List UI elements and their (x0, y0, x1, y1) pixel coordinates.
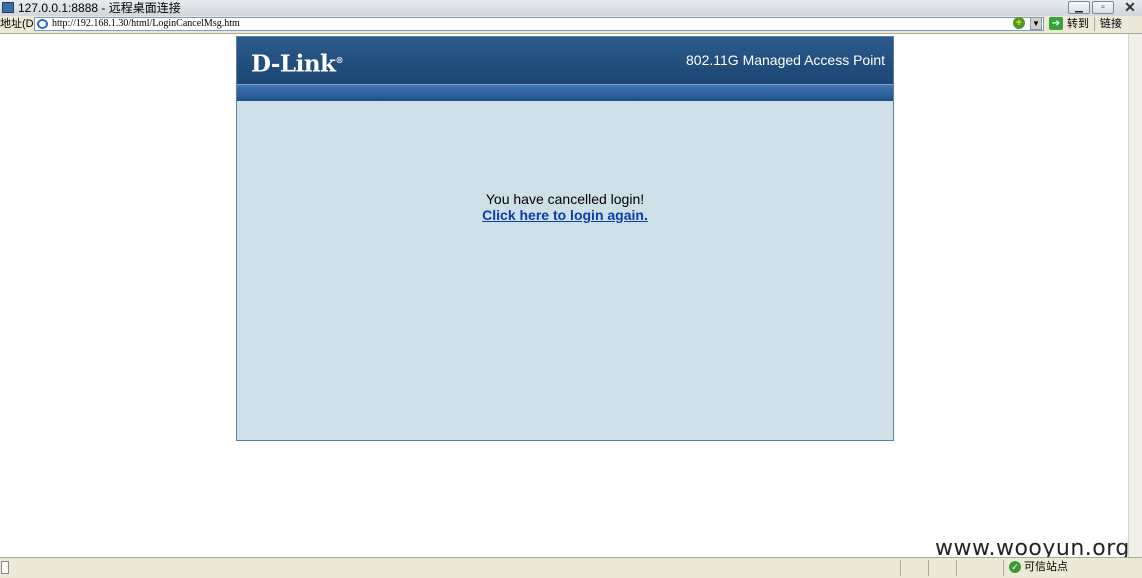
address-bar: 地址(D) http://192.168.1.30/html/LoginCanc… (0, 16, 1142, 34)
dlink-panel: D-Link® 802.11G Managed Access Point You… (236, 36, 894, 441)
restore-button[interactable]: ▫ (1092, 1, 1114, 14)
links-button[interactable]: 链接 (1100, 17, 1122, 31)
address-url[interactable]: http://192.168.1.30/html/LoginCancelMsg.… (52, 18, 240, 30)
message-area: You have cancelled login! Click here to … (237, 101, 893, 440)
minimize-button[interactable]: ▁ (1068, 1, 1090, 14)
logo-text: D-Link (251, 50, 336, 78)
page-status-icon (1, 561, 9, 574)
dlink-header: D-Link® 802.11G Managed Access Point (237, 37, 893, 84)
address-dropdown-button[interactable]: ▼ (1030, 17, 1042, 30)
security-zone-label: 可信站点 (1024, 561, 1068, 573)
trusted-site-icon: ✓ (1009, 561, 1021, 573)
status-separator (1003, 560, 1004, 576)
add-favorite-icon[interactable]: + (1013, 17, 1025, 29)
go-button[interactable]: 转到 (1067, 17, 1089, 31)
product-name: 802.11G Managed Access Point (686, 52, 885, 68)
status-separator (928, 560, 929, 576)
window-title-bar: 127.0.0.1:8888 - 远程桌面连接 ▁ ▫ ✕ (0, 0, 1142, 17)
login-again-link[interactable]: Click here to login again. (482, 207, 648, 223)
status-separator (900, 560, 901, 576)
close-button[interactable]: ✕ (1118, 0, 1142, 14)
status-bar: ✓ 可信站点 (0, 557, 1142, 578)
window-title: 127.0.0.1:8888 - 远程桌面连接 (18, 1, 181, 15)
address-input[interactable]: http://192.168.1.30/html/LoginCancelMsg.… (34, 17, 1044, 31)
ie-page-icon (37, 19, 48, 29)
relogin-wrapper: Click here to login again. (237, 207, 893, 223)
dlink-logo: D-Link® (251, 46, 343, 79)
logo-registered-mark: ® (335, 55, 344, 65)
links-separator (1094, 17, 1095, 31)
header-subbar (237, 84, 893, 101)
vertical-scrollbar[interactable] (1128, 34, 1142, 557)
cancel-message: You have cancelled login! (485, 191, 645, 207)
address-label: 地址(D) (0, 18, 38, 30)
status-separator (956, 560, 957, 576)
remote-desktop-icon (2, 2, 14, 13)
go-arrow-icon[interactable]: ➔ (1049, 17, 1063, 30)
